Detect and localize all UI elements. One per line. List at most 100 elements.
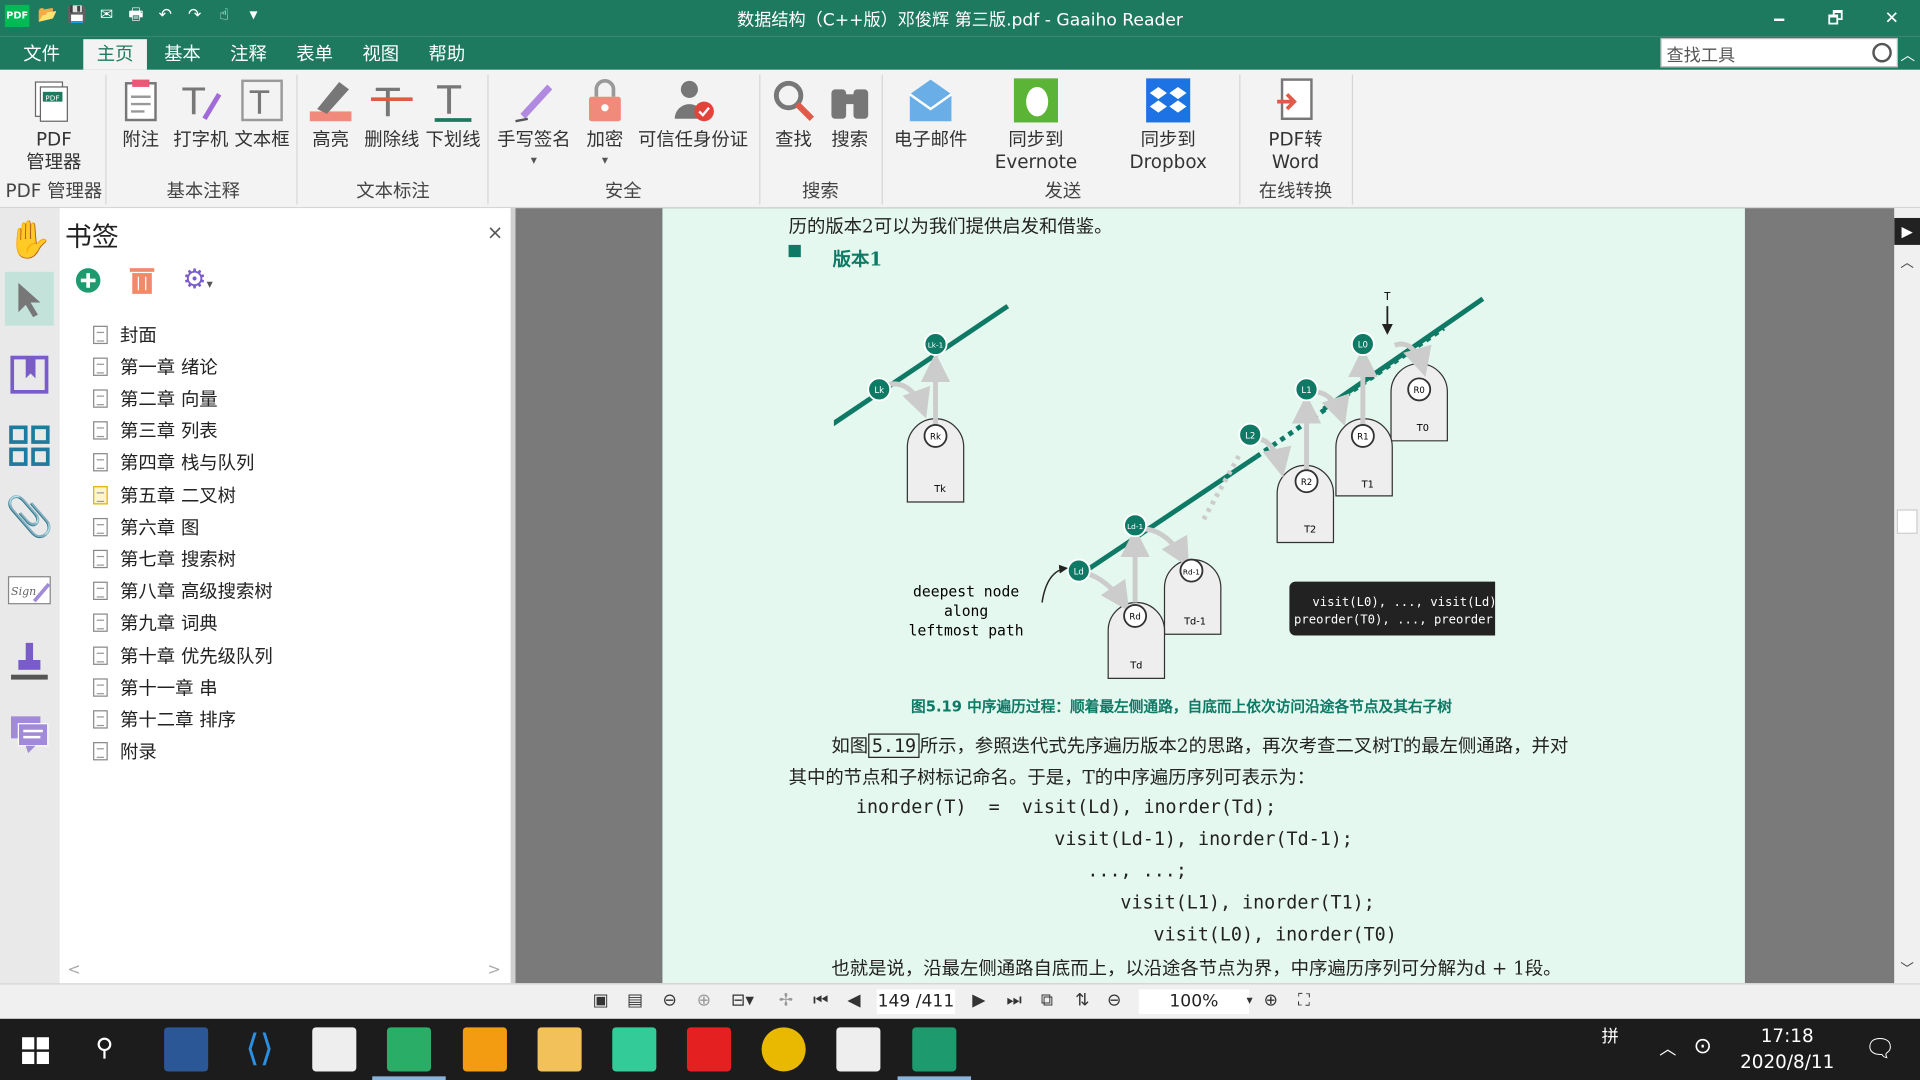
highlight-button[interactable]: 高亮	[306, 77, 355, 151]
bookmark-item[interactable]: 封面	[93, 318, 157, 350]
figure-reference-link[interactable]: 5.19	[868, 733, 920, 758]
bookmark-item[interactable]: 第六章 图	[93, 511, 199, 543]
email-button[interactable]: 电子邮件	[891, 77, 969, 151]
select-tool-button[interactable]	[4, 271, 54, 326]
thumbnails-panel-button[interactable]	[5, 419, 54, 473]
comments-panel-button[interactable]	[5, 708, 54, 762]
bookmark-item[interactable]: 第十二章 排序	[93, 703, 236, 735]
attachments-panel-button[interactable]: 📎	[5, 490, 54, 544]
search-button[interactable]: 搜索	[825, 77, 874, 151]
bookmark-item[interactable]: 第一章 绪论	[93, 350, 218, 382]
typora-taskbar-icon[interactable]	[312, 1027, 357, 1072]
office-taskbar-icon[interactable]	[612, 1027, 657, 1072]
continuous-page-icon[interactable]: ⧉	[1041, 991, 1053, 1011]
restore-button[interactable]: 🗗	[1807, 0, 1863, 37]
tool-search-input[interactable]: 查找工具	[1660, 37, 1898, 68]
tab-form[interactable]: 表单	[284, 39, 345, 70]
underline-button[interactable]: T 下划线	[424, 77, 483, 151]
split-view-icon[interactable]: ⇅	[1075, 991, 1089, 1011]
chrome-taskbar-icon[interactable]	[761, 1027, 806, 1072]
panel-close-button[interactable]: ×	[487, 220, 503, 243]
fit-width-icon[interactable]: ▤	[627, 991, 643, 1011]
fullscreen-icon[interactable]: ⛶	[1298, 991, 1310, 1011]
pdf-manager-button[interactable]: PDF PDF 管理器	[20, 77, 89, 173]
zoom-level-input[interactable]: 100%	[1138, 989, 1249, 1014]
next-page-icon[interactable]: ▶	[972, 991, 985, 1011]
youdao-taskbar-icon[interactable]	[686, 1027, 732, 1072]
tab-home[interactable]: 主页	[83, 39, 147, 70]
typewriter-button[interactable]: T 打字机	[171, 77, 230, 151]
pdf-to-word-button[interactable]: PDF转Word	[1247, 77, 1345, 173]
sublime-taskbar-icon[interactable]	[462, 1027, 507, 1072]
tab-view[interactable]: 视图	[350, 39, 411, 70]
note-button[interactable]: 附注	[118, 77, 165, 151]
gaaiho-taskbar-icon[interactable]	[897, 1027, 972, 1080]
trusted-id-button[interactable]: 可信任身份证	[634, 77, 752, 151]
expand-right-panel-button[interactable]: ▶	[1894, 217, 1920, 245]
zoom-out-icon[interactable]: ⊖	[1107, 991, 1121, 1011]
handwritten-signature-button[interactable]: 手写签名 ▾	[495, 77, 573, 173]
search-taskbar-icon[interactable]: ⚲	[96, 1032, 114, 1061]
first-page-icon[interactable]: ⏮	[813, 991, 828, 1011]
scroll-down-icon[interactable]: ﹀	[1900, 959, 1913, 979]
bookmark-settings-icon[interactable]: ⚙▾	[182, 264, 212, 295]
bookmark-item[interactable]: 第三章 列表	[93, 415, 218, 447]
page-number-input[interactable]: 149 /411	[876, 989, 956, 1014]
bookmark-item[interactable]: 第二章 向量	[93, 383, 218, 415]
add-bookmark-icon[interactable]	[75, 266, 102, 293]
strikeout-button[interactable]: T 删除线	[362, 77, 421, 150]
search-icon[interactable]	[1872, 42, 1892, 63]
tab-help[interactable]: 帮助	[416, 39, 477, 70]
sync-evernote-button[interactable]: 同步到Evernote	[972, 77, 1099, 173]
wechat-taskbar-icon[interactable]	[372, 1027, 446, 1080]
scroll-thumb[interactable]	[1896, 509, 1918, 534]
page-layout-icon[interactable]: ⊟▾	[731, 991, 754, 1011]
encrypt-button[interactable]: 加密 ▾	[580, 77, 629, 173]
tray-expand-icon[interactable]: ︿	[1659, 1036, 1676, 1060]
tab-file[interactable]: 文件	[10, 39, 74, 70]
bookmark-item[interactable]: 第八章 高级搜索树	[93, 575, 273, 607]
file-explorer-taskbar-icon[interactable]	[537, 1027, 582, 1072]
bookmark-item[interactable]: 第四章 栈与队列	[93, 447, 254, 479]
sync-dropbox-button[interactable]: 同步到Dropbox	[1102, 77, 1234, 173]
bookmark-item[interactable]: 第十一章 串	[93, 671, 218, 703]
zoom-in-icon[interactable]: ⊕	[1264, 991, 1278, 1011]
typora-window-taskbar-icon[interactable]	[836, 1027, 881, 1072]
signatures-panel-button[interactable]: Sign	[5, 563, 54, 617]
document-vertical-scrollbar[interactable]: ▶ ︿ ﹀	[1894, 208, 1920, 984]
stamp-panel-button[interactable]	[5, 634, 54, 688]
minimize-button[interactable]: 🗕	[1751, 0, 1807, 37]
fit-page-icon[interactable]: ▣	[593, 991, 609, 1011]
scroll-up-icon[interactable]: ︿	[1900, 252, 1913, 272]
bookmark-item[interactable]: 第十章 优先级队列	[93, 639, 273, 671]
bookmark-item[interactable]: 附录	[93, 735, 157, 767]
previous-page-icon[interactable]: ◀	[847, 991, 860, 1011]
tab-basic[interactable]: 基本	[152, 39, 213, 70]
notifications-icon[interactable]: 🗨	[1864, 1033, 1895, 1062]
windows-start-icon[interactable]	[22, 1037, 49, 1065]
ime-indicator[interactable]: 拼	[1602, 1024, 1619, 1048]
previous-view-icon[interactable]: ⊖	[662, 991, 676, 1011]
tray-app-icon[interactable]: ⊙	[1693, 1033, 1711, 1059]
bookmark-item[interactable]: 第五章 二叉树	[93, 479, 236, 511]
bookmarks-panel-button[interactable]	[5, 348, 54, 402]
find-button[interactable]: 查找	[769, 77, 818, 151]
system-clock[interactable]: 17:18 2020/8/11	[1740, 1024, 1834, 1075]
zoom-dropdown-icon[interactable]: ▾	[1247, 994, 1253, 1007]
ribbon-collapse-icon[interactable]: ︿	[1900, 44, 1915, 65]
next-view-icon[interactable]: ⊕	[697, 991, 711, 1011]
dropdown-caret-icon[interactable]: ▾	[495, 151, 573, 173]
vscode-taskbar-icon[interactable]: ⟨⟩	[237, 1027, 282, 1072]
panel-horizontal-scrollbar[interactable]: < >	[60, 959, 511, 983]
hand-tool-button[interactable]: ✋	[5, 213, 54, 267]
rotate-icon[interactable]: ✢	[779, 991, 793, 1011]
tab-comment[interactable]: 注释	[218, 39, 279, 70]
textbox-button[interactable]: T 文本框	[233, 77, 292, 151]
dropdown-caret-icon[interactable]: ▾	[580, 151, 629, 173]
close-button[interactable]: ✕	[1864, 0, 1920, 37]
delete-bookmark-icon[interactable]	[129, 265, 156, 294]
devcpp-taskbar-icon[interactable]	[164, 1027, 209, 1072]
bookmark-item[interactable]: 第九章 词典	[93, 607, 218, 639]
bookmark-item[interactable]: 第七章 搜索树	[93, 543, 236, 575]
last-page-icon[interactable]: ⏭	[1007, 991, 1022, 1011]
